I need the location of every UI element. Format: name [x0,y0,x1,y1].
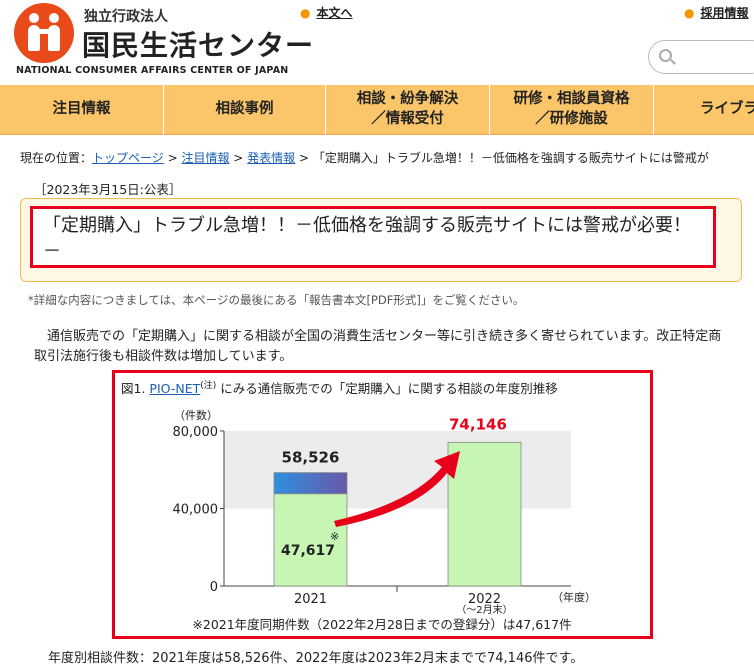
logo-subtitle: 独立行政法人 [84,9,168,25]
figure-caption: にみる通信販売での「定期購入」に関する相談の年度別推移 [220,381,558,397]
x-axis-label: （年度） [552,590,596,604]
bar-2021-top [273,472,348,495]
detail-note: *詳細な内容につきましては、本ページの最後にある「報告書本文[PDF形式]」をご… [28,293,525,307]
nav-item-library[interactable]: ライブラ [654,85,754,135]
bar-chart: 0 40,000 80,000 （件数） （年度） 58,526 47,617※ 74,146… [173,409,597,632]
intro-paragraph: 通信販売での「定期購入」に関する相談が全国の消費生活センター等に引き続き多く寄せ… [34,329,722,364]
global-nav: 注目情報 相談事例 相談・紛争解決 ／情報受付 研修・相談員資格 ／研修施設 ラ… [0,85,754,135]
recruit-link[interactable]: ● 採用情報 [684,4,749,21]
logo-figure-head-left [29,13,39,23]
breadcrumb-separator: > [229,151,248,165]
publish-date: ［2023年3月15日:公表］ [34,182,182,197]
x-tick-sublabel: （～2月末） [456,603,512,616]
figure-note-mark: (注) [200,381,217,391]
breadcrumb-link-attention[interactable]: 注目情報 [181,151,229,165]
nav-label: 相談事例 [215,101,274,118]
recruit-link-label: 採用情報 [700,6,749,20]
chart-footnote: ※2021年度同期件数（2022年2月28日までの登録分）は47,617件 [192,617,571,632]
y-tick-label: 0 [210,580,218,595]
breadcrumb-prefix: 現在の位置： [20,151,93,165]
search-icon-handle [670,59,676,65]
breadcrumb: 現在の位置：トップページ > 注目情報 > 発表情報 > 「定期購入」トラブル急… [20,149,709,166]
nav-label: 注目情報 [52,101,111,118]
logo-figure-arms [36,29,52,34]
figure-summary: 年度別相談件数：2021年度は58,526件、2022年度は2023年2月末まで… [48,651,584,666]
data-label-2021-mark: ※ [330,530,339,543]
page-title: 「定期購入」トラブル急増！！－低価格を強調する販売サイトには警戒が必要！－ [30,206,716,268]
nav-label: 相談・紛争解決 ／情報受付 [356,91,459,127]
bullet-icon: ● [684,6,695,20]
bar-2022 [447,441,522,587]
x-tick-label: 2021 [294,592,327,607]
nav-item-cases[interactable]: 相談事例 [164,85,326,135]
y-tick-label: 40,000 [173,503,219,518]
y-axis-label: （件数） [174,409,218,422]
data-label-2022-total: 74,146 [449,415,507,433]
search-input[interactable] [648,40,754,74]
nav-label: ライブラ [700,101,754,118]
breadcrumb-link-top[interactable]: トップページ [92,151,164,165]
breadcrumb-link-press[interactable]: 発表情報 [247,151,295,165]
skip-link-label: 本文へ [316,6,353,20]
site-header: 独立行政法人 国民生活センター NATIONAL CONSUMER AFFAIR… [0,0,754,85]
nav-label: 研修・相談員資格 ／研修施設 [513,91,630,127]
figure-number: 図1. [121,381,146,397]
skip-to-content-link[interactable]: ● 本文へ [300,4,353,21]
logo-icon[interactable] [14,3,74,63]
logo-title[interactable]: 国民生活センター [82,24,314,64]
data-label-2021-total: 58,526 [282,449,340,467]
logo-figure-head-right [49,13,59,23]
nav-item-consultation[interactable]: 相談・紛争解決 ／情報受付 [326,85,490,135]
y-tick-label: 80,000 [173,425,219,440]
breadcrumb-separator: > [295,151,313,165]
logo-english: NATIONAL CONSUMER AFFAIRS CENTER OF JAPA… [16,65,289,76]
breadcrumb-current: 「定期購入」トラブル急増！！－低価格を強調する販売サイトには警戒が [312,151,709,165]
bullet-icon: ● [300,6,311,20]
nav-item-training[interactable]: 研修・相談員資格 ／研修施設 [490,85,654,135]
pio-net-link[interactable]: PIO-NET [149,381,200,396]
data-label-2021-base: 47,617 [281,543,335,559]
nav-item-attention[interactable]: 注目情報 [0,85,164,135]
breadcrumb-separator: > [163,151,182,165]
